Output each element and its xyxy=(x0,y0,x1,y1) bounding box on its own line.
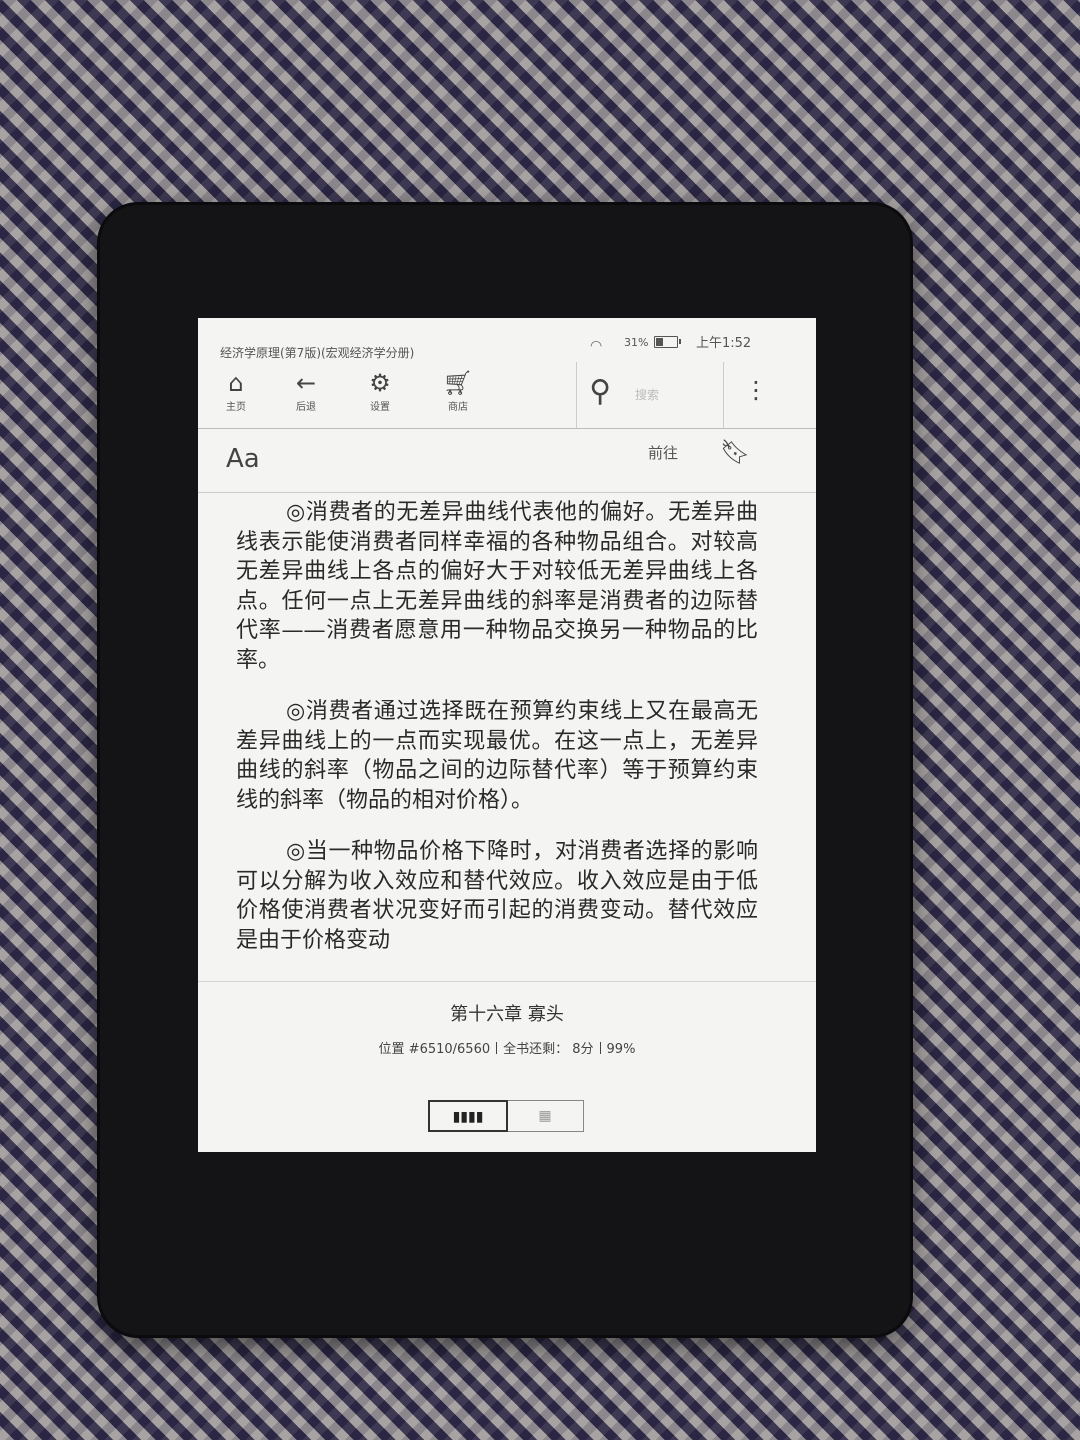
location-info: 位置 #6510/6560 全书还剩： 8分 99% xyxy=(198,1038,816,1057)
view-toggle: ▮▮▮▮ ▦ xyxy=(428,1100,584,1132)
home-button[interactable]: ⌂ 主页 xyxy=(208,368,264,424)
reading-subbar: Aa 前往 🔖︎ xyxy=(198,428,816,493)
paragraph: ◎消费者的无差异曲线代表他的偏好。无差异曲线表示能使消费者同样幸福的各种物品组合… xyxy=(236,500,758,673)
home-icon: ⌂ xyxy=(228,369,244,397)
grid-view-button[interactable]: ▦ xyxy=(507,1101,583,1131)
back-arrow-icon: ← xyxy=(295,369,317,397)
reading-footer: 第十六章 寡头 位置 #6510/6560 全书还剩： 8分 99% ▮▮▮▮ ▦ xyxy=(198,981,816,1152)
search-icon: ⚲ xyxy=(589,374,611,409)
wifi-icon: ◠ xyxy=(590,338,603,354)
chapter-title: 第十六章 寡头 xyxy=(450,1004,564,1025)
back-label: 后退 xyxy=(296,402,316,413)
settings-button[interactable]: ⚙ 设置 xyxy=(352,368,408,424)
toolbar: ⌂ 主页 ← 后退 ⚙ 设置 🛒︎ 商店 ⚲ 搜索 ⋮ xyxy=(198,362,816,429)
home-label: 主页 xyxy=(226,402,246,413)
more-menu-icon[interactable]: ⋮ xyxy=(744,376,768,404)
clock: 上午1:52 xyxy=(696,336,752,351)
battery-percent: 31% xyxy=(624,336,649,349)
location-position: 位置 #6510/6560 xyxy=(378,1042,491,1057)
cart-icon: 🛒︎ xyxy=(442,369,474,397)
search-input[interactable]: ⚲ 搜索 xyxy=(576,362,724,428)
percent-read: 99% xyxy=(606,1042,636,1057)
gear-icon: ⚙ xyxy=(369,369,391,397)
paragraph: ◎当一种物品价格下降时，对消费者选择的影响可以分解为收入效应和替代效应。收入效应… xyxy=(236,839,758,953)
goto-button[interactable]: 前往 xyxy=(648,442,678,463)
book-content: ◎消费者的无差异曲线代表他的偏好。无差异曲线表示能使消费者同样幸福的各种物品组合… xyxy=(236,498,758,980)
search-placeholder: 搜索 xyxy=(635,388,660,402)
time-left: 全书还剩： 8分 xyxy=(503,1042,594,1057)
settings-label: 设置 xyxy=(370,402,390,413)
font-settings-button[interactable]: Aa xyxy=(226,444,260,474)
bookmark-icon[interactable]: 🔖︎ xyxy=(720,438,750,466)
back-button[interactable]: ← 后退 xyxy=(278,368,334,424)
kindle-screen: 经济学原理(第7版)(宏观经济学分册) ◠ 31% 上午1:52 ⌂ 主页 ← … xyxy=(198,318,816,1152)
list-view-button[interactable]: ▮▮▮▮ xyxy=(428,1100,508,1132)
store-label: 商店 xyxy=(448,402,468,413)
status-bar: 经济学原理(第7版)(宏观经济学分册) ◠ 31% 上午1:52 xyxy=(198,318,816,362)
book-title: 经济学原理(第7版)(宏观经济学分册) xyxy=(220,346,415,360)
store-button[interactable]: 🛒︎ 商店 xyxy=(430,368,486,424)
battery-icon xyxy=(654,336,681,348)
paragraph: ◎消费者通过选择既在预算约束线上又在最高无差异曲线上的一点而实现最优。在这一点上… xyxy=(236,699,758,813)
